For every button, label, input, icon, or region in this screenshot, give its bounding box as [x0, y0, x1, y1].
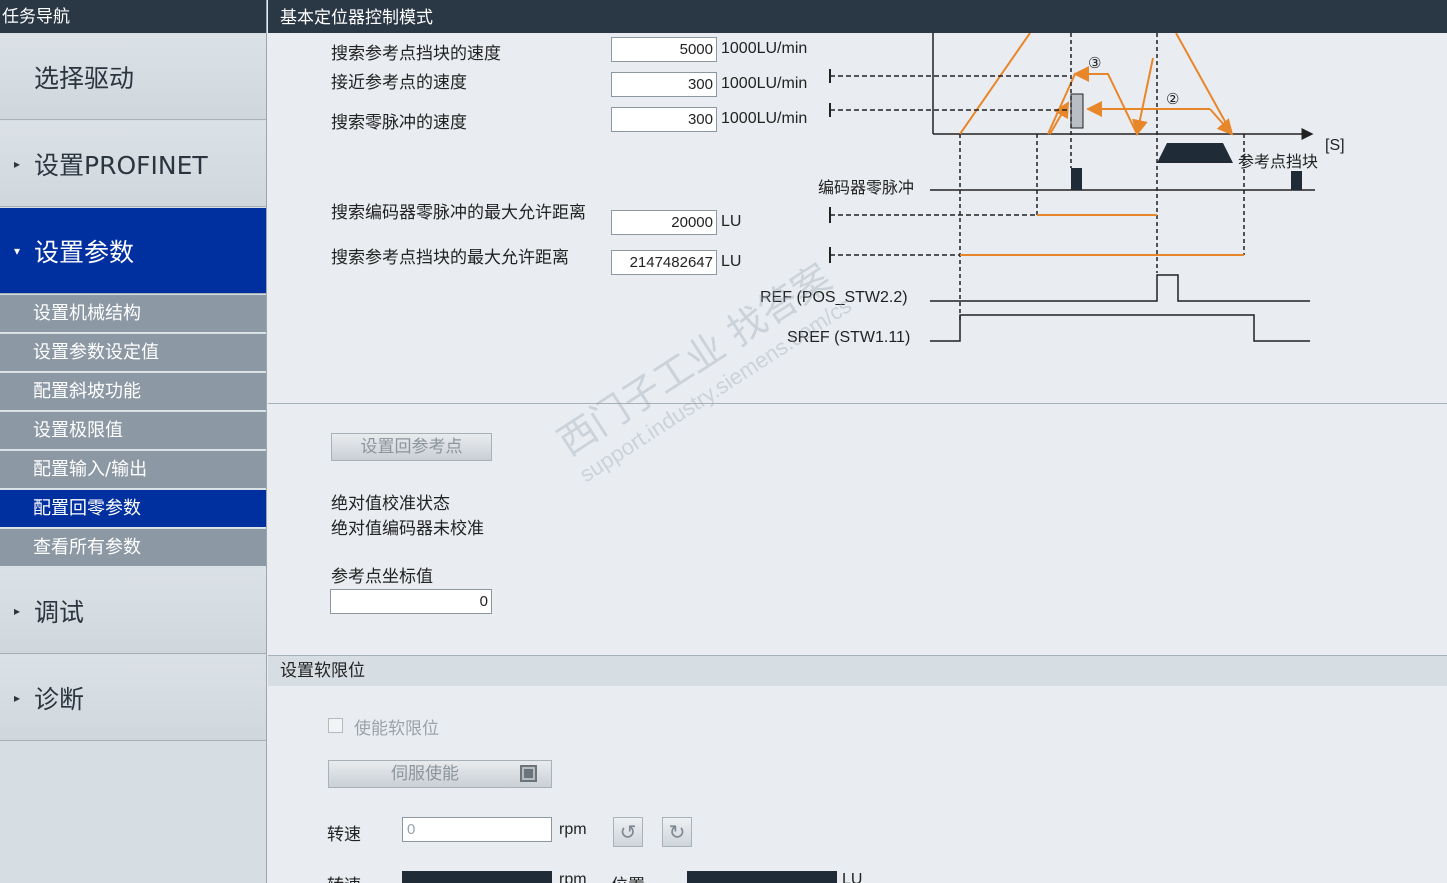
- nav-section-select-drive[interactable]: 选择驱动: [0, 34, 266, 120]
- nav-section-label: 选择驱动: [34, 63, 135, 93]
- actual-speed-display: [402, 871, 552, 883]
- actual-speed-unit: rpm: [559, 871, 587, 883]
- servo-enable-button[interactable]: 伺服使能: [328, 760, 552, 788]
- position-unit: LU: [842, 871, 863, 883]
- servo-enable-label: 伺服使能: [391, 764, 459, 784]
- cam-label: 参考点挡块: [1238, 153, 1318, 171]
- encoder-zero-label: 编码器零脉冲: [818, 179, 914, 197]
- expand-arrow-icon: ▸: [13, 603, 21, 618]
- param-label-max-cam-distance: 搜索参考点挡块的最大允许距离: [331, 248, 569, 268]
- task-navigation-sidebar: 任务导航 选择驱动 ▸ 设置PROFINET ▾ 设置参数 设置机械结构 设置参…: [0, 0, 267, 883]
- velocity-ramp-up: [959, 33, 1031, 135]
- position-label: 位置: [611, 871, 645, 883]
- axis-label-s: [S]: [1325, 137, 1345, 154]
- sref-signal-label: SREF (STW1.11): [787, 329, 910, 346]
- sidebar-title: 任务导航: [0, 0, 266, 33]
- param-label-approach-speed: 接近参考点的速度: [331, 73, 467, 93]
- set-reference-point-button[interactable]: 设置回参考点: [331, 433, 492, 461]
- reference-cam-icon: [1157, 143, 1233, 163]
- nav-item-io[interactable]: 配置输入/输出: [0, 451, 266, 489]
- zero-pulse-mark: [1071, 168, 1082, 190]
- marker-2: ②: [1166, 91, 1179, 108]
- nav-section-diagnostics[interactable]: ▸ 诊断: [0, 655, 266, 741]
- ref-signal-label: REF (POS_STW2.2): [760, 289, 908, 306]
- stop-square-icon: [520, 765, 537, 782]
- expand-arrow-icon: ▸: [13, 156, 21, 171]
- return-arrow: [1132, 57, 1154, 136]
- ref-coord-label: 参考点坐标值: [331, 567, 433, 587]
- abs-status-value: 绝对值编码器未校准: [331, 519, 484, 539]
- homing-timing-diagram: [S] ③ ② 参考点挡块 编码器零脉冲 REF (POS_STW2.2) SR…: [760, 33, 1345, 346]
- section-divider: [268, 403, 1447, 404]
- speed-input[interactable]: 0: [402, 817, 552, 842]
- sref-signal-trace: [930, 314, 1310, 342]
- nav-item-limits[interactable]: 设置极限值: [0, 412, 266, 450]
- collapse-arrow-icon: ▾: [13, 243, 21, 258]
- velocity-ramp-down: [1175, 33, 1233, 135]
- speed-unit: rpm: [559, 821, 587, 838]
- nav-section-label: 调试: [34, 597, 85, 627]
- param-label-max-encoder-distance: 搜索编码器零脉冲的最大允许距离: [331, 203, 586, 223]
- param-label-cam-speed: 搜索参考点挡块的速度: [331, 44, 501, 64]
- rotate-ccw-icon: ↺: [619, 820, 637, 844]
- expand-arrow-icon: ▸: [13, 690, 21, 705]
- abs-status-label: 绝对值校准状态: [331, 494, 450, 514]
- soft-limit-section-title: 设置软限位: [268, 656, 1447, 686]
- param-label-zero-pulse-speed: 搜索零脉冲的速度: [331, 113, 467, 133]
- jog-forward-button[interactable]: ↻: [662, 817, 692, 847]
- nav-item-all-params[interactable]: 查看所有参数: [0, 529, 266, 567]
- cam-marker: [1070, 93, 1084, 129]
- zero-pulse-mark: [1291, 171, 1302, 190]
- nav-section-label: 设置参数: [34, 237, 135, 267]
- nav-section-label: 设置PROFINET: [34, 150, 208, 180]
- position-display: [687, 871, 837, 883]
- actual-speed-label: 转速: [327, 871, 361, 883]
- speed-label: 转速: [327, 825, 361, 845]
- nav-item-setpoint[interactable]: 设置参数设定值: [0, 334, 266, 372]
- nav-section-profinet[interactable]: ▸ 设置PROFINET: [0, 121, 266, 207]
- nav-item-ramp[interactable]: 配置斜坡功能: [0, 373, 266, 411]
- nav-section-label: 诊断: [34, 684, 85, 714]
- approach-trace: [1047, 73, 1138, 135]
- jog-backward-button[interactable]: ↺: [613, 817, 643, 847]
- enable-soft-limit-label: 使能软限位: [354, 719, 439, 739]
- nav-item-homing[interactable]: 配置回零参数: [0, 490, 266, 528]
- nav-section-commissioning[interactable]: ▸ 调试: [0, 568, 266, 654]
- nav-item-mechanics[interactable]: 设置机械结构: [0, 295, 266, 333]
- ref-signal-trace: [930, 274, 1310, 302]
- rotate-cw-icon: ↻: [668, 820, 686, 844]
- ref-coord-input[interactable]: 0: [330, 589, 492, 614]
- marker-3: ③: [1088, 55, 1101, 72]
- enable-soft-limit-checkbox[interactable]: [328, 718, 343, 733]
- page-title: 基本定位器控制模式: [268, 0, 1447, 33]
- nav-section-parameters[interactable]: ▾ 设置参数: [0, 208, 266, 294]
